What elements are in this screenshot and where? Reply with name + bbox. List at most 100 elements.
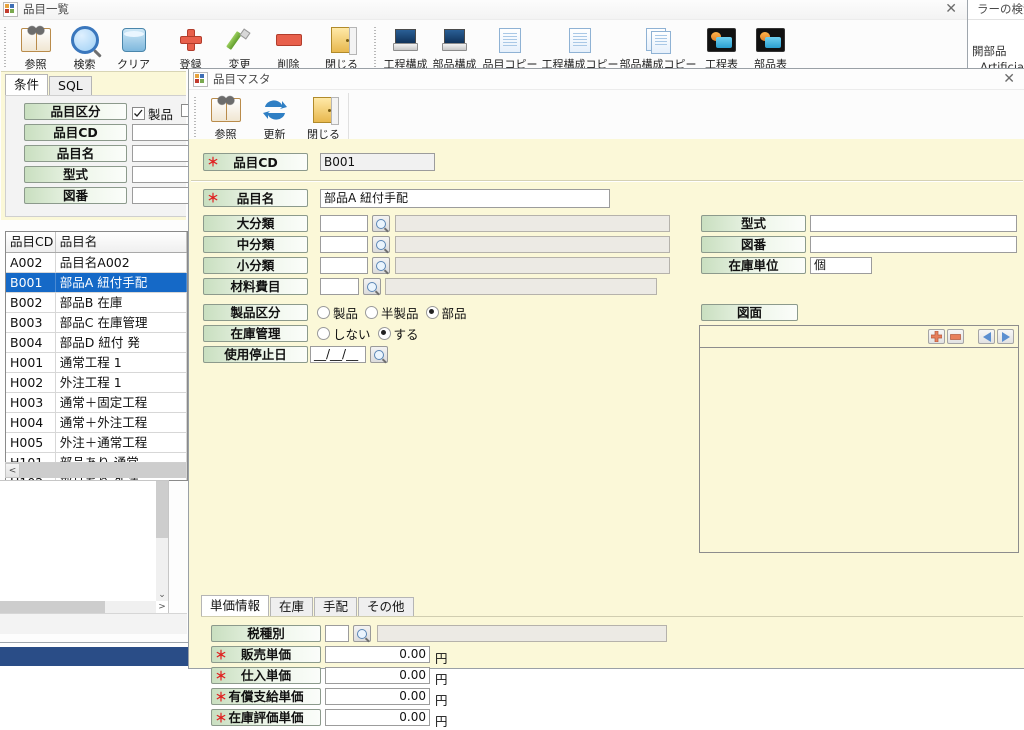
tab-arrangement[interactable]: 手配 <box>314 597 358 616</box>
hscroll-thumb[interactable] <box>20 463 186 478</box>
field-label-stock-control: 在庫管理 <box>203 325 308 342</box>
status-bar-accent <box>0 647 189 666</box>
input-sales-price[interactable]: 0.00 <box>325 646 430 663</box>
toolbar-button-process-sheet[interactable]: 工程表 <box>697 23 746 72</box>
master-toolbar-grip[interactable] <box>192 95 199 139</box>
input-minor-class-code[interactable] <box>320 257 368 274</box>
table-row[interactable]: H003 通常＋固定工程 <box>6 393 187 413</box>
display-minor-class-name <box>395 257 670 274</box>
toolbar-button-close[interactable]: 閉じる <box>317 23 366 72</box>
input-major-class-code[interactable] <box>320 215 368 232</box>
toolbar-button-modify[interactable]: 変更 <box>215 23 264 72</box>
input-stock-valuation-price[interactable]: 0.00 <box>325 709 430 726</box>
input-stop-date[interactable]: __/__/__ <box>310 346 366 363</box>
search-icon-minor-class[interactable] <box>372 257 390 274</box>
cell-item-name: 通常＋外注工程 <box>56 413 187 432</box>
input-purchase-price[interactable]: 0.00 <box>325 667 430 684</box>
toolbar-button-process-structure-copy[interactable]: 工程構成コピー <box>541 23 619 72</box>
input-model[interactable] <box>810 215 1017 232</box>
master-toolbar-button-refer[interactable]: 参照 <box>201 93 250 142</box>
toolbar-button-clear[interactable]: クリア <box>109 23 158 72</box>
results-grid[interactable]: 品目CD 品目名 A002 品目名A002 B001 部品A 紐付手配 B002 部品B … <box>5 231 188 481</box>
toolbar-button-refer[interactable]: 参照 <box>11 23 60 72</box>
table-row[interactable]: H004 通常＋外注工程 <box>6 413 187 433</box>
grid-hscrollbar[interactable]: < <box>5 462 186 478</box>
search-icon-material-cost[interactable] <box>363 278 381 295</box>
table-row[interactable]: B003 部品C 在庫管理 <box>6 313 187 333</box>
radio-stock-control-0[interactable]: しない <box>317 324 371 343</box>
table-row[interactable]: A002 品目名A002 <box>6 253 187 273</box>
search-icon-major-class[interactable] <box>372 215 390 232</box>
hscroll-thumb-2[interactable] <box>0 601 105 613</box>
drawing-canvas[interactable] <box>700 348 1018 552</box>
checkbox-product[interactable]: 製品 <box>132 104 173 123</box>
cell-item-cd: B002 <box>6 293 56 312</box>
toolbar-button-part-sheet[interactable]: 部品表 <box>746 23 795 72</box>
master-toolbar-button-update[interactable]: 更新 <box>250 93 299 142</box>
search-icon-tax-type[interactable] <box>353 625 371 642</box>
lower-panel-hscrollbar[interactable] <box>0 601 156 613</box>
cell-item-cd: H004 <box>6 413 56 432</box>
toolbar-button-delete[interactable]: 削除 <box>264 23 313 72</box>
field-label-model: 型式 <box>701 215 806 232</box>
detail-tab-panel: 税種別 ＊ 販売単価 0.00 円 ＊ 仕入単価 0.00 円 ＊ 有償支給単価… <box>201 616 1023 729</box>
tab-stock[interactable]: 在庫 <box>270 597 314 616</box>
cell-item-name: 通常＋固定工程 <box>56 393 187 412</box>
input-item-name[interactable]: 部品A 紐付手配 <box>320 189 610 208</box>
input-material-cost-code[interactable] <box>320 278 359 295</box>
input-middle-class-code[interactable] <box>320 236 368 253</box>
input-drawing-no[interactable] <box>810 236 1017 253</box>
toolbar-button-register[interactable]: 登録 <box>166 23 215 72</box>
cell-item-name: 外注＋通常工程 <box>56 433 187 452</box>
input-stock-unit[interactable]: 個 <box>810 257 872 274</box>
input-tax-type-code[interactable] <box>325 625 349 642</box>
toolbar-button-part-structure-copy[interactable]: 部品構成コピー <box>619 23 697 72</box>
field-label-text: 販売単価 <box>240 647 291 662</box>
table-row[interactable]: B002 部品B 在庫 <box>6 293 187 313</box>
table-row[interactable]: B004 部品D 紐付 発 <box>6 333 187 353</box>
item-list-close-button[interactable]: ✕ <box>939 2 963 16</box>
add-icon[interactable] <box>928 329 945 344</box>
vscroll-thumb[interactable] <box>156 481 168 538</box>
search-icon-middle-class[interactable] <box>372 236 390 253</box>
toolbar-grip-2[interactable] <box>372 25 379 69</box>
toolbar-button-part-structure[interactable]: 部品構成 <box>430 23 479 72</box>
toolbar-grip[interactable] <box>2 25 9 69</box>
table-row[interactable]: H005 外注＋通常工程 <box>6 433 187 453</box>
radio-product-type-0[interactable]: 製品 <box>317 303 358 322</box>
radio-stock-control-1[interactable]: する <box>377 324 419 343</box>
item-master-window[interactable]: 品目マスタ ✕ 参照 更新 閉じる ＊ 品目CD B001 ＊ 品目名 部品A … <box>188 68 1024 729</box>
input-paid-supply-price[interactable]: 0.00 <box>325 688 430 705</box>
hscroll-left-button[interactable]: < <box>5 463 20 478</box>
lower-panel-vscrollbar[interactable]: ⌄ <box>156 481 168 601</box>
prev-icon[interactable] <box>978 329 995 344</box>
tab-condition[interactable]: 条件 <box>5 74 49 95</box>
table-row[interactable]: H002 外注工程 1 <box>6 373 187 393</box>
toolbar-button-process-structure[interactable]: 工程構成 <box>381 23 430 72</box>
document-icon <box>493 25 527 55</box>
required-marker: ＊ <box>207 155 220 169</box>
remove-icon[interactable] <box>947 329 964 344</box>
radio-product-type-2[interactable]: 部品 <box>425 303 467 322</box>
search-icon-stop-date[interactable] <box>370 346 388 363</box>
app-icon <box>3 1 18 17</box>
table-row[interactable]: H001 通常工程 1 <box>6 353 187 373</box>
unit-paid-supply-price: 円 <box>435 693 448 708</box>
grid-col-item-name[interactable]: 品目名 <box>56 232 187 252</box>
toolbar-button-search[interactable]: 検索 <box>60 23 109 72</box>
master-toolbar-button-close[interactable]: 閉じる <box>299 93 349 142</box>
tab-other[interactable]: その他 <box>358 597 414 616</box>
radio-label: 製品 <box>333 306 359 321</box>
radio-product-type-1[interactable]: 半製品 <box>365 303 419 322</box>
input-item-cd[interactable]: B001 <box>320 153 435 171</box>
toolbar-button-item-copy[interactable]: 品目コピー <box>479 23 541 72</box>
tab-price-info[interactable]: 単価情報 <box>201 595 270 616</box>
display-tax-type-name <box>377 625 667 642</box>
hscroll-right-button[interactable]: > <box>156 601 168 613</box>
next-icon[interactable] <box>997 329 1014 344</box>
tab-sql[interactable]: SQL <box>49 76 92 95</box>
item-master-close-button[interactable]: ✕ <box>997 72 1021 86</box>
vscroll-down-button[interactable]: ⌄ <box>156 589 168 601</box>
grid-col-item-cd[interactable]: 品目CD <box>6 232 56 252</box>
table-row[interactable]: B001 部品A 紐付手配 <box>6 273 187 293</box>
